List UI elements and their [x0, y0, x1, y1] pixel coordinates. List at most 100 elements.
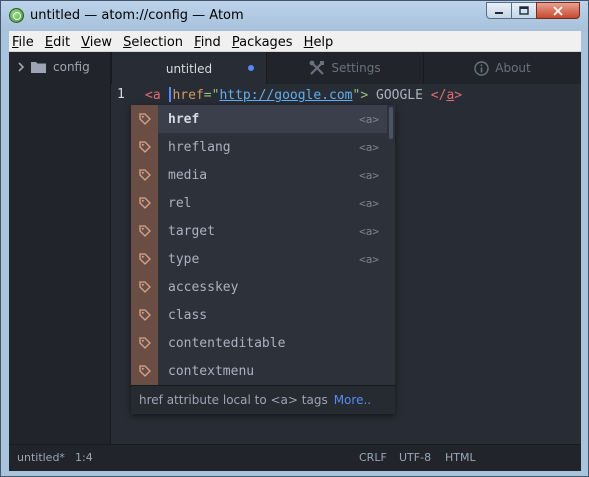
- title-bar: untitled — atom://config — Atom: [1, 1, 588, 31]
- tag-icon: [131, 217, 158, 245]
- autocomplete-scrollbar[interactable]: [389, 107, 393, 139]
- menu-find[interactable]: Find: [191, 33, 224, 53]
- more-link[interactable]: More..: [334, 393, 371, 407]
- code-open-tag: a: [152, 88, 161, 103]
- autocomplete-item-label: rel: [168, 195, 192, 211]
- autocomplete-item[interactable]: contenteditable: [131, 329, 387, 357]
- tab-about-label: About: [495, 61, 531, 75]
- tools-icon: [309, 60, 325, 75]
- code-open-lt: <: [145, 88, 153, 103]
- close-button[interactable]: [536, 2, 580, 19]
- autocomplete-item-label: accesskey: [168, 279, 239, 295]
- menu-file[interactable]: File: [9, 33, 37, 53]
- autocomplete-item[interactable]: hreflang <a>: [131, 133, 387, 161]
- menu-help[interactable]: Help: [301, 33, 337, 53]
- atom-logo-icon: [9, 8, 24, 23]
- autocomplete-item[interactable]: class: [131, 301, 387, 329]
- autocomplete-item-type: <a>: [359, 196, 379, 210]
- tab-untitled[interactable]: untitled: [111, 52, 266, 85]
- status-encoding[interactable]: UTF-8: [399, 451, 431, 464]
- menu-view-label: iew: [89, 35, 113, 50]
- window-title: untitled — atom://config — Atom: [30, 8, 244, 23]
- workspace: config untitled Settings About 1 <a href…: [9, 52, 581, 471]
- autocomplete-item-type: <a>: [359, 112, 379, 126]
- menu-view[interactable]: View: [78, 33, 115, 53]
- tab-bar: untitled Settings About: [111, 52, 581, 85]
- status-grammar[interactable]: HTML: [445, 451, 476, 464]
- menu-packages-label: ackages: [239, 35, 293, 50]
- autocomplete-list: href <a> hreflang <a> media <a> rel <a> targ…: [131, 105, 387, 385]
- menu-help-label: elp: [313, 35, 334, 50]
- menu-packages[interactable]: Packages: [229, 33, 296, 53]
- autocomplete-item-label: media: [168, 167, 208, 183]
- status-line-ending[interactable]: CRLF: [359, 451, 387, 464]
- autocomplete-item[interactable]: accesskey: [131, 273, 387, 301]
- autocomplete-item-type: <a>: [359, 252, 379, 266]
- autocomplete-item[interactable]: contextmenu: [131, 357, 387, 385]
- maximize-button[interactable]: [511, 2, 537, 19]
- autocomplete-description-text: href attribute local to <a> tags: [139, 393, 328, 407]
- autocomplete-item-type: <a>: [359, 168, 379, 182]
- tag-icon: [131, 105, 158, 133]
- modified-dot-icon: [248, 65, 254, 71]
- menu-find-label: ind: [200, 35, 221, 50]
- status-cursor-position[interactable]: 1:4: [75, 451, 93, 464]
- tag-icon: [131, 133, 158, 161]
- close-icon: [553, 5, 563, 16]
- atom-window: untitled — atom://config — Atom File Edi…: [0, 0, 589, 477]
- menu-selection-label: election: [131, 35, 184, 50]
- tag-icon: [131, 189, 158, 217]
- autocomplete-item-label: contenteditable: [168, 335, 286, 351]
- maximize-icon: [519, 5, 529, 15]
- tag-icon: [131, 357, 158, 385]
- autocomplete-item-type: <a>: [359, 224, 379, 238]
- line-number: 1: [117, 87, 125, 102]
- menu-edit-accel: E: [44, 35, 54, 50]
- menu-bar: File Edit View Selection Find Packages H…: [9, 31, 581, 52]
- minimize-icon: [495, 11, 503, 14]
- menu-help-accel: H: [303, 35, 314, 50]
- autocomplete-item-label: href: [168, 111, 200, 127]
- code-end-gt: >: [454, 88, 463, 103]
- tab-settings[interactable]: Settings: [266, 52, 423, 84]
- menu-view-accel: V: [81, 35, 90, 50]
- tag-icon: [131, 245, 158, 273]
- tag-icon: [131, 329, 158, 357]
- tab-settings-label: Settings: [331, 61, 381, 75]
- autocomplete-item[interactable]: rel <a>: [131, 189, 387, 217]
- code-line[interactable]: <a href="http://google.com"> GOOGLE </a>: [145, 87, 462, 103]
- autocomplete-item[interactable]: media <a>: [131, 161, 387, 189]
- autocomplete-item-label: contextmenu: [168, 363, 255, 379]
- tag-icon: [131, 301, 158, 329]
- autocomplete-item[interactable]: target <a>: [131, 217, 387, 245]
- tab-untitled-label: untitled: [165, 61, 213, 76]
- tree-view: config: [9, 52, 111, 444]
- chevron-right-icon: [18, 62, 25, 72]
- code-text: GOOGLE: [368, 88, 431, 103]
- autocomplete-item-label: class: [168, 307, 208, 323]
- tag-icon: [131, 273, 158, 301]
- code-attr: href: [172, 88, 204, 103]
- code-eq: =": [203, 88, 220, 103]
- folder-icon: [31, 62, 46, 73]
- menu-edit[interactable]: Edit: [42, 33, 73, 53]
- minimize-button[interactable]: [486, 2, 512, 19]
- menu-file-label: ile: [18, 35, 34, 50]
- tab-about[interactable]: About: [423, 52, 581, 84]
- code-url[interactable]: http://google.com: [219, 88, 352, 103]
- code-end-lt: </: [430, 88, 447, 103]
- menu-selection[interactable]: Selection: [120, 33, 186, 53]
- info-icon: [474, 60, 489, 76]
- autocomplete-item[interactable]: type <a>: [131, 245, 387, 273]
- window-controls: [486, 2, 580, 19]
- status-file-name[interactable]: untitled*: [17, 451, 65, 464]
- autocomplete-item-label: type: [168, 251, 200, 267]
- autocomplete-item-label: target: [168, 223, 215, 239]
- menu-edit-label: dit: [53, 35, 71, 50]
- tree-item-label: config: [53, 60, 90, 74]
- autocomplete-item[interactable]: href <a>: [131, 105, 387, 133]
- code-close-quote: ">: [352, 88, 369, 103]
- autocomplete-item-type: <a>: [359, 140, 379, 154]
- autocomplete-description: href attribute local to <a> tags More..: [131, 385, 395, 414]
- tree-item-config[interactable]: config: [17, 60, 90, 74]
